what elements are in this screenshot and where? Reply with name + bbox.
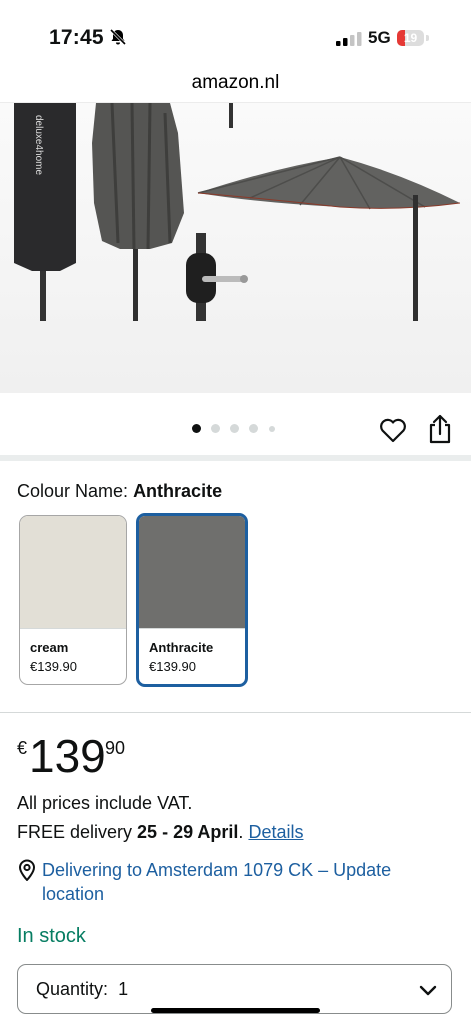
address-bar[interactable]: amazon.nl xyxy=(0,66,471,103)
quantity-select[interactable]: Quantity: 1 xyxy=(17,964,452,1014)
quantity-value: 1 xyxy=(118,979,129,999)
status-bar: 17:45 5G 19 xyxy=(0,0,471,66)
delivery-details-link[interactable]: Details xyxy=(248,822,303,842)
share-icon[interactable] xyxy=(425,413,455,445)
chevron-down-icon xyxy=(419,985,437,996)
home-indicator[interactable] xyxy=(151,1008,320,1013)
stock-status: In stock xyxy=(17,925,86,947)
swatch-anthracite-image xyxy=(139,516,245,628)
divider xyxy=(0,712,471,713)
price-whole: 139 xyxy=(29,730,106,782)
selected-colour: Anthracite xyxy=(133,481,223,501)
price-currency: € xyxy=(17,738,28,758)
swatch-cream-image xyxy=(20,516,126,628)
pagination-dot-4[interactable] xyxy=(249,424,258,433)
swatch-price: €139.90 xyxy=(30,659,77,674)
umbrella-illustration: deluxe4home xyxy=(0,103,471,393)
cellular-signal-icon xyxy=(336,32,362,46)
swatch-anthracite[interactable]: Anthracite €139.90 xyxy=(136,513,248,687)
swatch-name: Anthracite xyxy=(149,640,214,655)
delivery-location-link[interactable]: Delivering to Amsterdam 1079 CK – Update… xyxy=(42,858,442,906)
price-fraction: 90 xyxy=(105,738,126,758)
status-time: 17:45 xyxy=(49,26,104,49)
heart-icon[interactable] xyxy=(378,415,408,445)
vat-note: All prices include VAT. xyxy=(17,793,193,813)
pagination-dot-3[interactable] xyxy=(230,424,239,433)
product-image[interactable]: deluxe4home xyxy=(0,103,471,393)
pagination-dot-1[interactable] xyxy=(192,424,201,433)
swatch-name: cream xyxy=(30,640,69,655)
swatch-price: €139.90 xyxy=(149,659,196,674)
pagination-dot-2[interactable] xyxy=(211,424,220,433)
brand-text: deluxe4home xyxy=(33,115,44,175)
location-pin-icon xyxy=(18,859,36,881)
quantity-label: Quantity: 1 xyxy=(36,979,129,999)
colour-name-label: Colour Name: Anthracite xyxy=(17,481,223,501)
battery-icon: 19 xyxy=(397,28,429,48)
bell-muted-icon xyxy=(109,28,127,46)
section-divider xyxy=(0,455,471,461)
delivery-dates: 25 - 29 April xyxy=(137,822,239,842)
pagination-dot-5[interactable] xyxy=(269,426,275,432)
swatch-cream[interactable]: cream €139.90 xyxy=(19,515,127,685)
battery-level: 19 xyxy=(403,31,418,45)
delivery-info: FREE delivery 25 - 29 April. Details xyxy=(17,822,304,842)
network-type: 5G xyxy=(368,28,391,47)
